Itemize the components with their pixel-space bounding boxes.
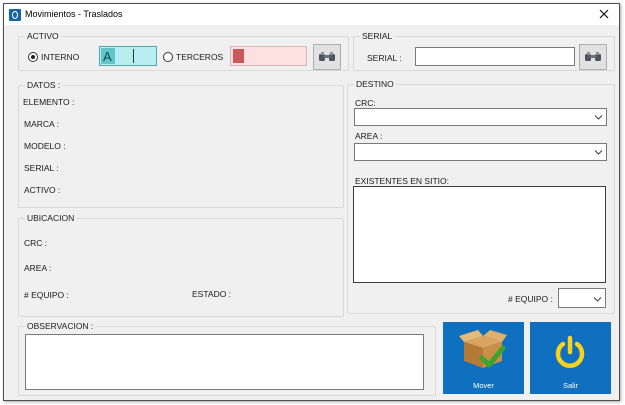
chevron-down-icon [593, 297, 602, 302]
datos-serial-label: SERIAL : [24, 163, 59, 173]
terceros-label: TERCEROS [176, 52, 224, 62]
terceros-field[interactable] [230, 46, 307, 66]
chevron-down-icon [594, 150, 603, 155]
serial-search-button[interactable] [579, 44, 607, 70]
salir-label: Salir [562, 381, 578, 390]
serial-legend: SERIAL [360, 31, 395, 41]
ubicacion-equipo-label: # EQUIPO : [24, 290, 69, 300]
power-icon [555, 335, 585, 368]
destino-area-select[interactable] [354, 143, 607, 161]
existentes-label: EXISTENTES EN SITIO: [355, 176, 449, 186]
ubicacion-crc-label: CRC : [24, 238, 48, 248]
interno-radio[interactable] [28, 52, 38, 62]
destino-area-label: AREA : [355, 131, 383, 141]
binoculars-icon [319, 52, 335, 61]
close-button[interactable] [589, 4, 619, 25]
title-bar: Movimientos - Traslados [4, 4, 619, 25]
chevron-down-icon [594, 115, 603, 120]
activo-legend: ACTIVO [25, 31, 61, 41]
app-icon [9, 9, 21, 21]
ubicacion-estado-label: ESTADO : [192, 289, 232, 299]
activo-code-field[interactable]: A [99, 46, 157, 66]
marca-label: MARCA : [24, 119, 59, 129]
datos-activo-label: ACTIVO : [24, 185, 61, 195]
observacion-legend: OBSERVACION : [25, 321, 96, 331]
destino-crc-select[interactable] [354, 108, 607, 126]
destino-crc-label: CRC: [355, 98, 376, 108]
ubicacion-group: UBICACION [18, 213, 344, 317]
code-cursor [133, 49, 134, 63]
terceros-marker [233, 49, 244, 63]
movimientos-window: Movimientos - Traslados ACTIVO INTERNO A… [3, 3, 620, 401]
activo-search-button[interactable] [313, 44, 341, 70]
interno-label: INTERNO [41, 52, 80, 62]
binoculars-icon [585, 52, 601, 61]
serial-label: SERIAL : [367, 53, 402, 63]
box-check-icon [459, 330, 507, 368]
code-value: A [103, 49, 112, 64]
mover-label: Mover [473, 381, 494, 390]
destino-legend: DESTINO [354, 79, 396, 89]
existentes-list[interactable] [353, 186, 606, 283]
datos-legend: DATOS : [25, 80, 63, 90]
terceros-radio[interactable] [163, 52, 173, 62]
observacion-textarea[interactable] [25, 334, 424, 390]
close-icon [599, 9, 609, 19]
modelo-label: MODELO : [24, 141, 66, 151]
elemento-label: ELEMENTO : [23, 97, 75, 107]
mover-button[interactable]: Mover [443, 322, 524, 394]
salir-button[interactable]: Salir [530, 322, 611, 394]
equipo-select[interactable] [558, 288, 606, 308]
ubicacion-legend: UBICACION [25, 213, 77, 223]
window-title: Movimientos - Traslados [25, 9, 123, 19]
equipo-label: # EQUIPO : [508, 294, 553, 304]
ubicacion-area-label: AREA : [24, 263, 52, 273]
serial-input[interactable] [415, 47, 575, 66]
